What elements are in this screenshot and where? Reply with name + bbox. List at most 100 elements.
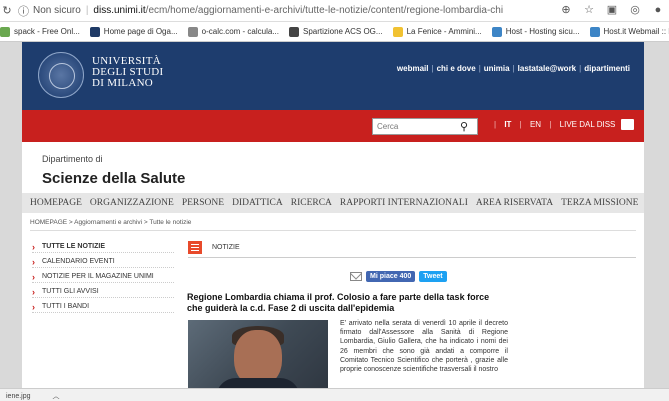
top-link-separator: | — [431, 64, 434, 73]
sidebar-item-label: TUTTE LE NOTIZIE — [42, 243, 105, 250]
dept-prefix: Dipartimento di — [42, 154, 103, 164]
bookmark-favicon-icon — [392, 26, 403, 37]
top-links: webmail | chi e dove | unimia | lastatale@work… — [397, 64, 630, 73]
bookmark-favicon-icon — [187, 26, 198, 37]
browser-address-bar[interactable]: ↻ ⓘ Non sicuro | diss.unimi.it/ecm/home/… — [0, 0, 669, 22]
menu-item[interactable]: TERZA MISSIONE — [561, 198, 638, 208]
reload-icon[interactable]: ↻ — [0, 4, 14, 17]
info-icon[interactable]: ⓘ — [18, 3, 29, 19]
breadcrumb[interactable]: HOMEPAGE > Aggiornamenti e archivi > Tut… — [30, 219, 191, 226]
university-seal-icon[interactable] — [38, 52, 84, 98]
bookmarks-bar: spack - Free Onl... Home page di Oga... o-… — [0, 22, 669, 42]
bookmark-label: Host - Hosting sicu... — [505, 27, 580, 36]
sidebar: › TUTTE LE NOTIZIE › CALENDARIO EVENTI › NOTI… — [32, 241, 174, 316]
bookmark-label: o-calc.com - calcula... — [201, 27, 279, 36]
top-link[interactable]: chi e dove — [437, 64, 476, 73]
section-header: NOTIZIE — [188, 240, 636, 258]
tweet-button[interactable]: Tweet — [419, 271, 447, 282]
menu-item[interactable]: HOMEPAGE — [30, 198, 82, 208]
sidebar-item-label: TUTTI I BANDI — [42, 303, 90, 310]
url-host: diss.unimi.it — [93, 5, 146, 16]
chevron-right-icon: › — [32, 241, 35, 252]
bookmark-item[interactable]: Host - Hosting sicu... — [491, 26, 580, 37]
sidebar-item-label: NOTIZIE PER IL MAGAZINE UNIMI — [42, 273, 154, 280]
sidebar-item[interactable]: › CALENDARIO EVENTI — [32, 256, 174, 268]
sidebar-item[interactable]: › TUTTI GLI AVVISI — [32, 286, 174, 298]
menu-item[interactable]: AREA RISERVATA — [476, 198, 553, 208]
lang-separator: | — [549, 120, 552, 129]
red-toolbar: Cerca ⚲ | IT | EN | LIVE DAL DISS | — [22, 110, 644, 142]
menu-item[interactable]: RAPPORTI INTERNAZIONALI — [340, 198, 468, 208]
extension-icon[interactable]: ▣ — [605, 3, 619, 17]
univ-line-3: DI MILANO — [92, 77, 154, 89]
live-dal-diss-link[interactable]: LIVE DAL DISS — [560, 120, 616, 129]
bookmark-item[interactable]: o-calc.com - calcula... — [187, 26, 279, 37]
url-path: /ecm/home/aggiornamenti-e-archivi/tutte-… — [145, 5, 504, 16]
dept-name[interactable]: Scienze della Salute — [42, 170, 185, 187]
lang-separator: | — [519, 120, 522, 129]
chevron-up-icon[interactable]: ︿ — [52, 393, 59, 400]
bookmark-favicon-icon — [491, 26, 502, 37]
bookmark-favicon-icon — [288, 26, 299, 37]
zoom-icon[interactable]: ⊕ — [559, 3, 573, 17]
top-link[interactable]: dipartimenti — [584, 64, 630, 73]
search-icon[interactable]: ⚲ — [460, 120, 468, 133]
email-share-icon[interactable] — [350, 272, 362, 281]
menu-item[interactable]: DIDATTICA — [232, 198, 283, 208]
insecure-label: Non sicuro — [33, 5, 81, 16]
article-photo — [188, 320, 328, 388]
bookmark-label: Host.it Webmail :: B... — [603, 27, 669, 36]
bookmark-item[interactable]: La Fenice - Ammini... — [392, 26, 482, 37]
lang-en-link[interactable]: EN — [530, 120, 541, 129]
url-text[interactable]: diss.unimi.it/ecm/home/aggiornamenti-e-a… — [93, 5, 503, 16]
chevron-right-icon: › — [32, 256, 35, 267]
news-list-icon — [188, 241, 202, 254]
bookmark-item[interactable]: spack - Free Onl... — [0, 26, 80, 37]
bookmark-label: spack - Free Onl... — [14, 27, 80, 36]
star-icon[interactable]: ☆ — [582, 3, 596, 17]
main-menu: HOMEPAGE ORGANIZZAZIONE PERSONE DIDATTICA RI… — [22, 193, 644, 213]
sidebar-item[interactable]: › TUTTI I BANDI — [32, 301, 174, 313]
lang-separator: | — [494, 120, 497, 129]
bookmark-item[interactable]: Home page di Oga... — [89, 26, 178, 37]
article-body: E' arrivato nella serata di venerdì 10 a… — [340, 320, 508, 374]
university-name[interactable]: UNIVERSITÀ DEGLI STUDI DI MILANO — [92, 56, 163, 89]
menu-item[interactable]: RICERCA — [291, 198, 332, 208]
sidebar-item-label: TUTTI GLI AVVISI — [42, 288, 99, 295]
browser-tools: ⊕ ☆ ▣ ◎ ● — [559, 3, 665, 17]
top-link[interactable]: unimia — [484, 64, 510, 73]
chevron-right-icon: › — [32, 301, 35, 312]
bookmark-label: Home page di Oga... — [103, 27, 178, 36]
bookmark-favicon-icon — [589, 26, 600, 37]
bookmark-label: La Fenice - Ammini... — [406, 27, 482, 36]
language-links: | IT | EN | LIVE DAL DISS | — [488, 120, 632, 129]
bookmark-label: Spartizione ACS OG... — [302, 27, 383, 36]
top-link[interactable]: lastatale@work — [518, 64, 577, 73]
top-link[interactable]: webmail — [397, 64, 429, 73]
profile-icon[interactable]: ● — [651, 3, 665, 17]
menu-item[interactable]: ORGANIZZAZIONE — [90, 198, 174, 208]
download-bar: iene.jpg ︿ — [0, 388, 669, 401]
section-label: NOTIZIE — [212, 244, 240, 251]
menu-item[interactable]: PERSONE — [182, 198, 224, 208]
bookmark-favicon-icon — [0, 26, 10, 37]
top-link-separator: | — [579, 64, 582, 73]
sidebar-item[interactable]: › NOTIZIE PER IL MAGAZINE UNIMI — [32, 271, 174, 283]
sidebar-item-label: CALENDARIO EVENTI — [42, 258, 115, 265]
bookmark-item[interactable]: Host.it Webmail :: B... — [589, 26, 669, 37]
page-gutter — [644, 42, 669, 388]
mail-icon[interactable] — [621, 119, 634, 130]
web-page: UNIVERSITÀ DEGLI STUDI DI MILANO webmail… — [22, 42, 644, 388]
download-icon[interactable]: ◎ — [628, 3, 642, 17]
chevron-right-icon: › — [32, 271, 35, 282]
facebook-like-button[interactable]: Mi piace 400 — [366, 271, 416, 282]
university-header: UNIVERSITÀ DEGLI STUDI DI MILANO webmail… — [22, 42, 644, 110]
sidebar-item[interactable]: › TUTTE LE NOTIZIE — [32, 241, 174, 253]
bookmark-favicon-icon — [89, 26, 100, 37]
download-filename[interactable]: iene.jpg — [6, 393, 31, 400]
department-title: Dipartimento di Scienze della Salute — [42, 154, 185, 187]
bookmark-item[interactable]: Spartizione ACS OG... — [288, 26, 383, 37]
social-buttons: Mi piace 400 Tweet — [350, 271, 447, 282]
lang-it-link[interactable]: IT — [504, 120, 511, 129]
article-title: Regione Lombardia chiama il prof. Colosi… — [187, 292, 490, 313]
